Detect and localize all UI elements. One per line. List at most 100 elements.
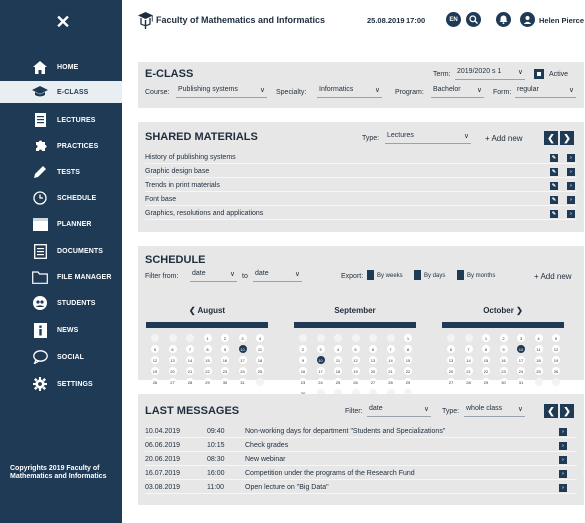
- calendar-day[interactable]: 18: [334, 367, 342, 375]
- calendar-day[interactable]: 13: [369, 356, 377, 364]
- messages-type-select[interactable]: whole class ∨: [464, 405, 525, 417]
- notification-icon[interactable]: [496, 12, 511, 27]
- list-item[interactable]: Font base ✎ ›: [145, 193, 577, 206]
- calendar-day[interactable]: 14: [386, 356, 395, 364]
- table-row[interactable]: 20.06.2019 08:30 New webinar ›: [145, 453, 577, 466]
- calendar-day[interactable]: 22: [203, 367, 212, 375]
- sidebar-item-schedule[interactable]: SCHEDULE: [0, 187, 122, 209]
- calendar-day[interactable]: 31: [517, 378, 525, 386]
- calendar-day[interactable]: 9: [499, 345, 508, 353]
- list-item[interactable]: Trends in print materials ✎ ›: [145, 179, 577, 192]
- prev-button[interactable]: ❮: [544, 131, 558, 145]
- calendar-day[interactable]: 4: [334, 345, 342, 353]
- calendar-day[interactable]: 7: [386, 345, 395, 353]
- calendar-day[interactable]: 8: [482, 345, 490, 353]
- user-name[interactable]: Helen Pierce: [539, 16, 584, 25]
- open-icon[interactable]: ›: [567, 210, 575, 218]
- prev-month-icon[interactable]: ❮: [189, 306, 196, 315]
- export-months-icon[interactable]: [457, 270, 464, 280]
- calendar-day[interactable]: 16: [221, 356, 229, 364]
- edit-icon[interactable]: ✎: [550, 168, 558, 176]
- close-icon[interactable]: ✕: [53, 12, 73, 32]
- calendar-day[interactable]: 22: [482, 367, 490, 375]
- open-icon[interactable]: ›: [559, 484, 567, 492]
- calendar-day[interactable]: 17: [316, 367, 325, 375]
- calendar-day[interactable]: 5: [351, 345, 360, 353]
- list-item[interactable]: Graphics, resolutions and applications ✎…: [145, 207, 577, 220]
- calendar-day[interactable]: 15: [482, 356, 490, 364]
- open-icon[interactable]: ›: [559, 428, 567, 436]
- sidebar-item-students[interactable]: STUDENTS: [0, 292, 122, 314]
- calendar-day[interactable]: 16: [299, 367, 307, 375]
- calendar-day[interactable]: 27: [369, 378, 377, 386]
- sidebar-item-tests[interactable]: TESTS: [0, 161, 122, 183]
- language-button[interactable]: EN: [446, 12, 461, 27]
- calendar-day[interactable]: 10: [238, 345, 247, 353]
- calendar-day[interactable]: 7: [464, 345, 473, 353]
- sidebar-item-practices[interactable]: PRACTICES: [0, 135, 122, 157]
- calendar-day[interactable]: 6: [447, 345, 455, 353]
- calendar-day[interactable]: 19: [351, 367, 360, 375]
- calendar-day[interactable]: 26: [351, 378, 360, 386]
- sidebar-item-settings[interactable]: SETTINGS: [0, 373, 122, 395]
- sidebar-item-planner[interactable]: PLANNER: [0, 213, 122, 235]
- calendar-day[interactable]: 2: [499, 334, 508, 342]
- calendar-day[interactable]: 4: [256, 334, 264, 342]
- calendar-day[interactable]: 1: [203, 334, 212, 342]
- calendar-day[interactable]: 24: [316, 378, 325, 386]
- calendar-day[interactable]: 2: [221, 334, 229, 342]
- calendar-day[interactable]: 29: [404, 378, 412, 386]
- calendar-day[interactable]: 14: [186, 356, 194, 364]
- open-icon[interactable]: ›: [567, 154, 575, 162]
- calendar-day[interactable]: 2: [299, 345, 307, 353]
- calendar-day[interactable]: 5: [151, 345, 159, 353]
- next-button[interactable]: ❯: [560, 404, 574, 418]
- calendar-day[interactable]: 25: [334, 378, 342, 386]
- calendar-day[interactable]: 11: [334, 356, 342, 364]
- calendar-day[interactable]: 14: [464, 356, 473, 364]
- calendar-day[interactable]: 31: [238, 378, 247, 386]
- calendar-day[interactable]: 15: [203, 356, 212, 364]
- from-date-select[interactable]: date ∨: [190, 270, 237, 282]
- calendar-day[interactable]: 30: [221, 378, 229, 386]
- messages-filter-select[interactable]: date ∨: [367, 405, 431, 417]
- list-item[interactable]: History of publishing systems ✎ ›: [145, 151, 577, 164]
- prev-button[interactable]: ❮: [544, 404, 558, 418]
- sidebar-item-social[interactable]: SOCIAL: [0, 346, 122, 368]
- sidebar-item-documents[interactable]: DOCUMENTS: [0, 240, 122, 262]
- calendar-day[interactable]: 12: [351, 356, 360, 364]
- calendar-day[interactable]: 22: [404, 367, 412, 375]
- calendar-day[interactable]: 3: [238, 334, 247, 342]
- calendar-day[interactable]: 28: [186, 378, 194, 386]
- calendar-day[interactable]: 18: [534, 356, 543, 364]
- calendar-day[interactable]: 23: [499, 367, 508, 375]
- calendar-day[interactable]: 21: [464, 367, 473, 375]
- open-icon[interactable]: ›: [559, 442, 567, 450]
- calendar-day[interactable]: 28: [464, 378, 473, 386]
- calendar-day[interactable]: 15: [404, 356, 412, 364]
- table-row[interactable]: 10.04.2019 09:40 Non-working days for de…: [145, 425, 577, 438]
- calendar-day[interactable]: 1: [404, 334, 412, 342]
- calendar-day[interactable]: 30: [499, 378, 508, 386]
- calendar-day[interactable]: 26: [552, 367, 560, 375]
- export-by-weeks[interactable]: By weeks: [377, 273, 403, 279]
- calendar-day[interactable]: 13: [447, 356, 455, 364]
- table-row[interactable]: 03.08.2019 11:00 Open lecture on "Big Da…: [145, 481, 577, 494]
- open-icon[interactable]: ›: [559, 470, 567, 478]
- search-icon[interactable]: [466, 12, 481, 27]
- calendar-day[interactable]: 6: [369, 345, 377, 353]
- calendar-day[interactable]: 4: [534, 334, 543, 342]
- to-date-select[interactable]: date ∨: [253, 270, 302, 282]
- avatar[interactable]: [520, 12, 535, 27]
- calendar-day[interactable]: 8: [203, 345, 212, 353]
- sidebar-item-home[interactable]: HOME: [0, 56, 122, 78]
- edit-icon[interactable]: ✎: [550, 154, 558, 162]
- calendar-day[interactable]: 29: [482, 378, 490, 386]
- add-schedule-button[interactable]: + Add new: [534, 272, 572, 281]
- export-by-days[interactable]: By days: [424, 273, 445, 279]
- edit-icon[interactable]: ✎: [550, 182, 558, 190]
- term-select[interactable]: 2019/2020 s 1 ∨: [455, 68, 525, 80]
- calendar-day[interactable]: 25: [256, 367, 264, 375]
- open-icon[interactable]: ›: [567, 168, 575, 176]
- open-icon[interactable]: ›: [567, 196, 575, 204]
